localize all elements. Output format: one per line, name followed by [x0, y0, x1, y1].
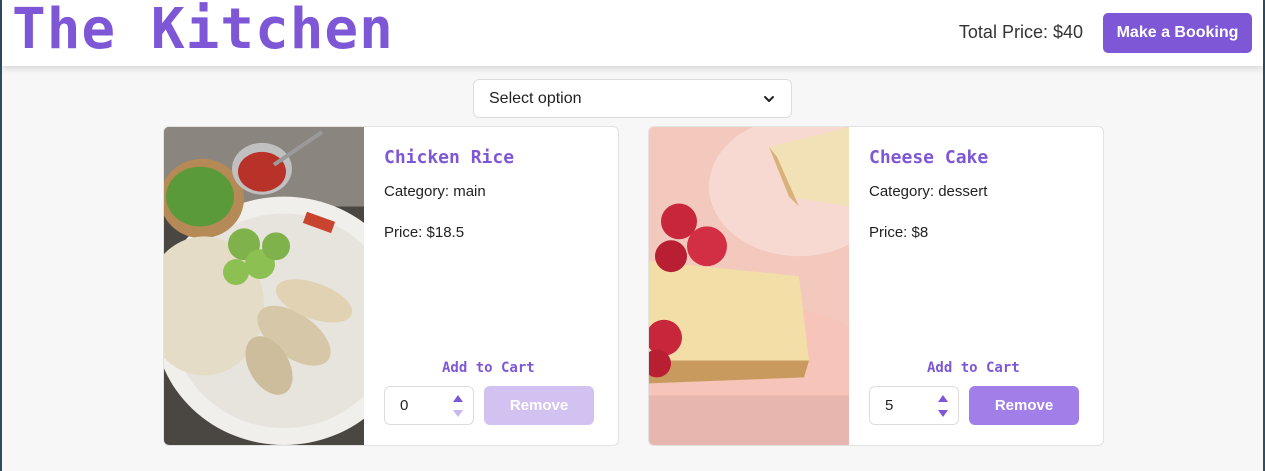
dish-card-chicken-rice: Chicken Rice Category: main Price: $18.5…	[163, 126, 619, 446]
category-select[interactable]: Select option	[473, 79, 792, 118]
dish-body: Chicken Rice Category: main Price: $18.5…	[384, 127, 618, 445]
quantity-stepper[interactable]: 0	[384, 386, 474, 425]
dish-price: Price: $18.5	[384, 224, 465, 241]
dish-body: Cheese Cake Category: dessert Price: $8 …	[869, 127, 1103, 445]
remove-button[interactable]: Remove	[484, 386, 594, 425]
chevron-down-icon	[764, 95, 774, 102]
dish-name: Chicken Rice	[384, 147, 515, 168]
select-value: Select option	[489, 89, 582, 107]
dish-image-cheese-cake	[649, 127, 849, 445]
dish-card-cheese-cake: Cheese Cake Category: dessert Price: $8 …	[648, 126, 1104, 446]
dish-category: Category: main	[384, 183, 486, 200]
make-booking-button[interactable]: Make a Booking	[1103, 13, 1252, 53]
dish-price: Price: $8	[869, 224, 929, 241]
quantity-value: 5	[885, 397, 894, 414]
caret-up-icon[interactable]	[451, 393, 465, 403]
caret-up-icon[interactable]	[936, 393, 950, 403]
dish-image-chicken-rice	[164, 127, 364, 445]
add-to-cart-label: Add to Cart	[442, 360, 535, 376]
caret-down-icon[interactable]	[936, 409, 950, 419]
dish-category: Category: dessert	[869, 183, 988, 200]
quantity-value: 0	[400, 397, 409, 414]
remove-button[interactable]: Remove	[969, 386, 1079, 425]
top-header: The Kitchen Total Price: $40 Make a Book…	[2, 0, 1263, 66]
brand-title: The Kitchen	[12, 0, 394, 62]
total-price: Total Price: $40	[958, 22, 1083, 42]
quantity-stepper[interactable]: 5	[869, 386, 959, 425]
add-to-cart-label: Add to Cart	[927, 360, 1020, 376]
caret-down-icon[interactable]	[451, 409, 465, 419]
dish-name: Cheese Cake	[869, 147, 989, 168]
